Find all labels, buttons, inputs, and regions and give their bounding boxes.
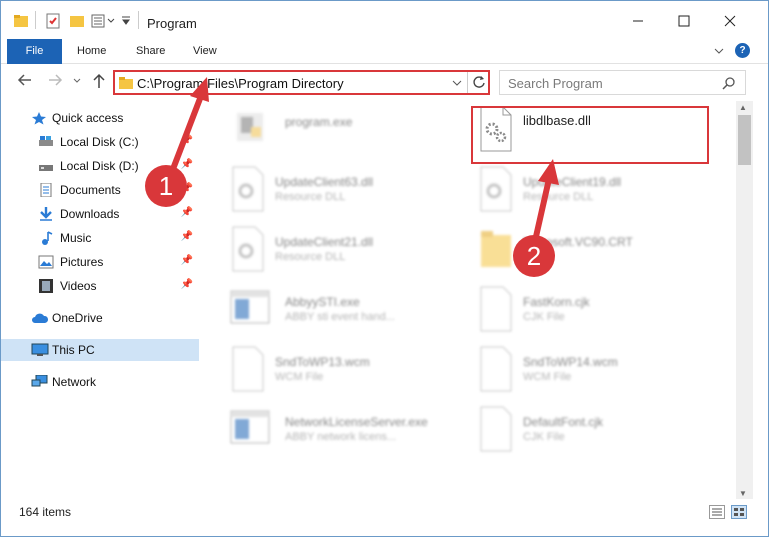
arrow-2-head	[538, 159, 559, 185]
explorer-window: Program File Home Share View ? C:\Progra…	[0, 0, 769, 537]
arrow-1-line	[170, 94, 204, 171]
arrow-2-line	[532, 178, 552, 242]
annotation-arrows	[170, 77, 559, 242]
arrow-1-head	[190, 77, 209, 102]
annotation-badge-2: 2	[513, 235, 555, 277]
annotation-badge-1: 1	[145, 165, 187, 207]
